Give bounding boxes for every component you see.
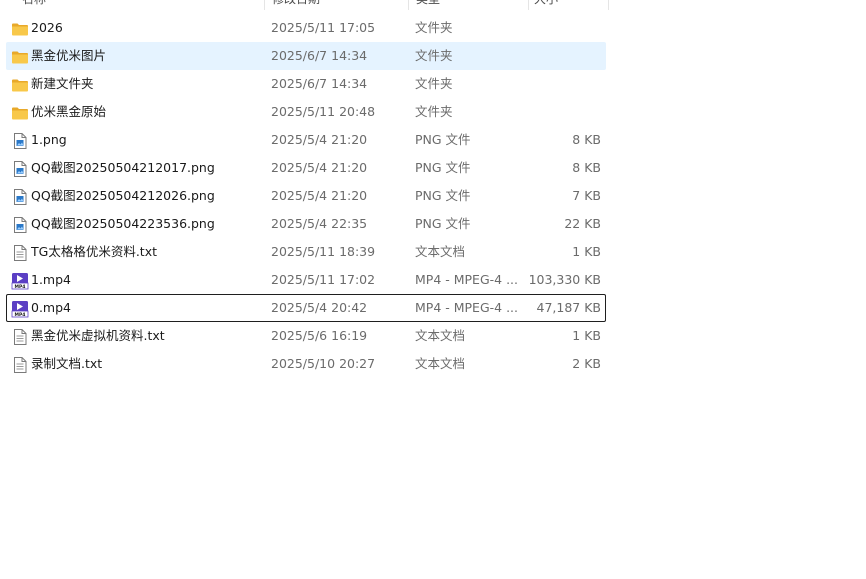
video-file-icon: MP4 bbox=[11, 300, 29, 318]
column-header-name[interactable]: 名称 bbox=[22, 0, 262, 10]
file-size: 7 KB bbox=[572, 188, 601, 203]
file-row[interactable]: QQ截图20250504223536.png 2025/5/4 22:35 PNG … bbox=[6, 210, 606, 238]
file-date-modified: 2025/5/4 20:42 bbox=[271, 300, 368, 315]
text-file-icon bbox=[11, 356, 29, 374]
file-type: MP4 - MPEG-4 ... bbox=[415, 272, 518, 287]
file-name: TG太格格优米资料.txt bbox=[31, 244, 157, 259]
file-name: 新建文件夹 bbox=[31, 76, 94, 91]
file-name: 优米黑金原始 bbox=[31, 104, 107, 119]
file-date-modified: 2025/6/7 14:34 bbox=[271, 76, 368, 91]
text-file-icon bbox=[11, 244, 29, 262]
file-type: 文本文档 bbox=[415, 356, 466, 371]
file-row[interactable]: 新建文件夹 2025/6/7 14:34 文件夹 bbox=[6, 70, 606, 98]
file-name: QQ截图20250504212026.png bbox=[31, 188, 215, 203]
file-date-modified: 2025/5/4 21:20 bbox=[271, 188, 368, 203]
file-date-modified: 2025/5/4 22:35 bbox=[271, 216, 368, 231]
file-date-modified: 2025/5/4 21:20 bbox=[271, 160, 368, 175]
file-name: QQ截图20250504212017.png bbox=[31, 160, 215, 175]
file-type: 文件夹 bbox=[415, 104, 453, 119]
column-divider[interactable] bbox=[264, 0, 265, 10]
file-name: 黑金优米图片 bbox=[31, 48, 107, 63]
file-row[interactable]: TG太格格优米资料.txt 2025/5/11 18:39 文本文档 1 KB bbox=[6, 238, 606, 266]
svg-text:MP4: MP4 bbox=[15, 312, 26, 318]
file-name: 1.png bbox=[31, 132, 67, 147]
file-row[interactable]: MP4 1.mp4 2025/5/11 17:02 MP4 - MPEG-4 ...… bbox=[6, 266, 606, 294]
file-list: 2026 2025/5/11 17:05 文件夹 黑金优米图片 2025/6/7 14… bbox=[6, 14, 606, 378]
file-name: 1.mp4 bbox=[31, 272, 71, 287]
file-row[interactable]: 录制文档.txt 2025/5/10 20:27 文本文档 2 KB bbox=[6, 350, 606, 378]
file-date-modified: 2025/5/11 20:48 bbox=[271, 104, 376, 119]
file-size: 2 KB bbox=[572, 356, 601, 371]
folder-icon bbox=[11, 48, 29, 66]
file-row[interactable]: MP4 0.mp4 2025/5/4 20:42 MP4 - MPEG-4 ... 4… bbox=[6, 294, 606, 322]
file-size: 1 KB bbox=[572, 328, 601, 343]
file-date-modified: 2025/6/7 14:34 bbox=[271, 48, 368, 63]
file-row[interactable]: 优米黑金原始 2025/5/11 20:48 文件夹 bbox=[6, 98, 606, 126]
column-divider[interactable] bbox=[528, 0, 529, 10]
image-file-icon bbox=[11, 188, 29, 206]
file-type: PNG 文件 bbox=[415, 188, 471, 203]
image-file-icon bbox=[11, 160, 29, 178]
file-row[interactable]: 1.png 2025/5/4 21:20 PNG 文件 8 KB bbox=[6, 126, 606, 154]
file-type: 文件夹 bbox=[415, 48, 453, 63]
column-header-row: 名称 修改日期 类型 大小 bbox=[0, 0, 610, 10]
file-type: PNG 文件 bbox=[415, 216, 471, 231]
file-type: 文本文档 bbox=[415, 244, 466, 259]
file-date-modified: 2025/5/10 20:27 bbox=[271, 356, 376, 371]
column-header-type[interactable]: 类型 bbox=[416, 0, 524, 10]
column-divider[interactable] bbox=[408, 0, 409, 10]
file-size: 22 KB bbox=[564, 216, 601, 231]
column-header-date-modified[interactable]: 修改日期 bbox=[272, 0, 406, 10]
file-row[interactable]: 黑金优米虚拟机资料.txt 2025/5/6 16:19 文本文档 1 KB bbox=[6, 322, 606, 350]
column-header-size[interactable]: 大小 bbox=[534, 0, 594, 10]
video-file-icon: MP4 bbox=[11, 272, 29, 290]
file-size: 47,187 KB bbox=[536, 300, 601, 315]
folder-icon bbox=[11, 76, 29, 94]
column-divider[interactable] bbox=[608, 0, 609, 10]
file-name: QQ截图20250504223536.png bbox=[31, 216, 215, 231]
file-type: 文件夹 bbox=[415, 76, 453, 91]
file-explorer-window: 名称 修改日期 类型 大小 2026 2025/5/11 17:05 文件夹 黑金优… bbox=[0, 0, 866, 579]
file-name: 录制文档.txt bbox=[31, 356, 103, 371]
file-size: 1 KB bbox=[572, 244, 601, 259]
file-name: 0.mp4 bbox=[31, 300, 71, 315]
svg-text:MP4: MP4 bbox=[15, 284, 26, 290]
folder-icon bbox=[11, 20, 29, 38]
image-file-icon bbox=[11, 132, 29, 150]
file-row[interactable]: 黑金优米图片 2025/6/7 14:34 文件夹 bbox=[6, 42, 606, 70]
file-row[interactable]: QQ截图20250504212026.png 2025/5/4 21:20 PNG … bbox=[6, 182, 606, 210]
file-date-modified: 2025/5/6 16:19 bbox=[271, 328, 368, 343]
file-type: PNG 文件 bbox=[415, 132, 471, 147]
file-row[interactable]: 2026 2025/5/11 17:05 文件夹 bbox=[6, 14, 606, 42]
file-date-modified: 2025/5/11 17:05 bbox=[271, 20, 376, 35]
file-type: 文本文档 bbox=[415, 328, 466, 343]
image-file-icon bbox=[11, 216, 29, 234]
file-name: 黑金优米虚拟机资料.txt bbox=[31, 328, 165, 343]
file-size: 103,330 KB bbox=[528, 272, 601, 287]
file-date-modified: 2025/5/11 17:02 bbox=[271, 272, 376, 287]
file-date-modified: 2025/5/4 21:20 bbox=[271, 132, 368, 147]
file-row[interactable]: QQ截图20250504212017.png 2025/5/4 21:20 PNG … bbox=[6, 154, 606, 182]
file-size: 8 KB bbox=[572, 160, 601, 175]
file-type: 文件夹 bbox=[415, 20, 453, 35]
file-size: 8 KB bbox=[572, 132, 601, 147]
text-file-icon bbox=[11, 328, 29, 346]
file-date-modified: 2025/5/11 18:39 bbox=[271, 244, 376, 259]
file-type: MP4 - MPEG-4 ... bbox=[415, 300, 518, 315]
folder-icon bbox=[11, 104, 29, 122]
file-name: 2026 bbox=[31, 20, 63, 35]
file-type: PNG 文件 bbox=[415, 160, 471, 175]
